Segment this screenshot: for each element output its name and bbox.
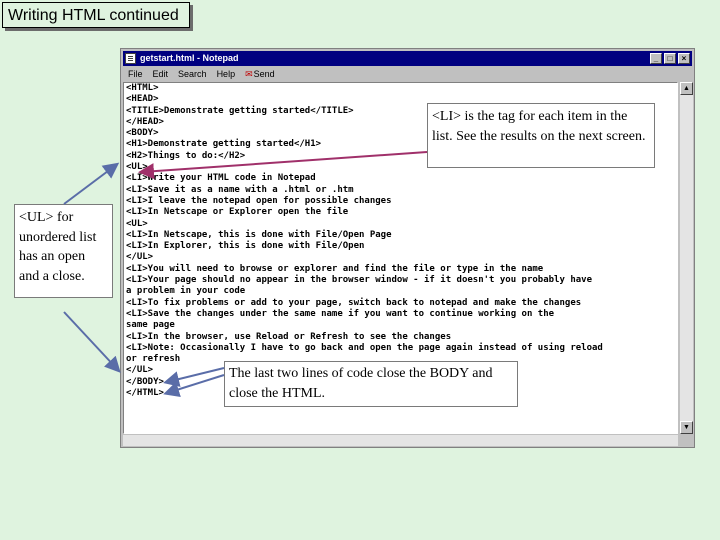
ul-close-arrow [63, 311, 121, 373]
body-close-arrow [163, 367, 225, 387]
callout-arrows [63, 151, 428, 398]
ul-open-arrow [63, 162, 120, 205]
html-close-arrow [163, 374, 225, 398]
li-arrow [138, 151, 428, 180]
